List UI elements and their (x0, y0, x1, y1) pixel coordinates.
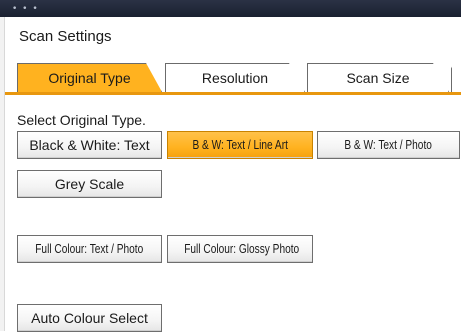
tab-scan-size[interactable]: Scan Size (307, 63, 449, 92)
section-prompt: Select Original Type. (17, 112, 146, 128)
tab-resolution[interactable]: Resolution (165, 63, 305, 92)
auto-colour-select-label: Auto Colour Select (31, 310, 148, 326)
full-colour-text-photo-label: Full Colour: Text / Photo (35, 241, 144, 256)
tab-original-type-label: Original Type (48, 70, 131, 86)
top-status-bar: • • • (0, 0, 461, 17)
bw-text-photo-button[interactable]: B & W: Text / Photo (317, 131, 460, 159)
black-white-text-button[interactable]: Black & White: Text (17, 131, 162, 159)
bw-text-line-art-label: B & W: Text / Line Art (192, 137, 288, 152)
tab-underline (5, 92, 461, 95)
title-bar: Scan Settings (0, 17, 461, 56)
tab-bar: Original Type Resolution Scan Size (5, 55, 461, 95)
grey-scale-button[interactable]: Grey Scale (17, 170, 162, 198)
tab-original-type[interactable]: Original Type (17, 63, 162, 92)
full-colour-glossy-photo-label: Full Colour: Glossy Photo (184, 241, 300, 256)
window-title: Scan Settings (19, 28, 112, 45)
tab-resolution-label: Resolution (201, 70, 269, 86)
bw-text-photo-label: B & W: Text / Photo (344, 137, 433, 152)
full-colour-glossy-photo-button[interactable]: Full Colour: Glossy Photo (167, 235, 313, 263)
grey-scale-label: Grey Scale (54, 176, 125, 192)
auto-colour-select-button[interactable]: Auto Colour Select (17, 304, 162, 332)
full-colour-text-photo-button[interactable]: Full Colour: Text / Photo (17, 235, 162, 263)
top-bar-dots: • • • (12, 4, 39, 14)
tab-scan-size-label: Scan Size (346, 70, 410, 86)
bw-text-line-art-button[interactable]: B & W: Text / Line Art (167, 131, 313, 159)
black-white-text-label: Black & White: Text (29, 137, 150, 153)
tab-more[interactable] (451, 63, 461, 92)
